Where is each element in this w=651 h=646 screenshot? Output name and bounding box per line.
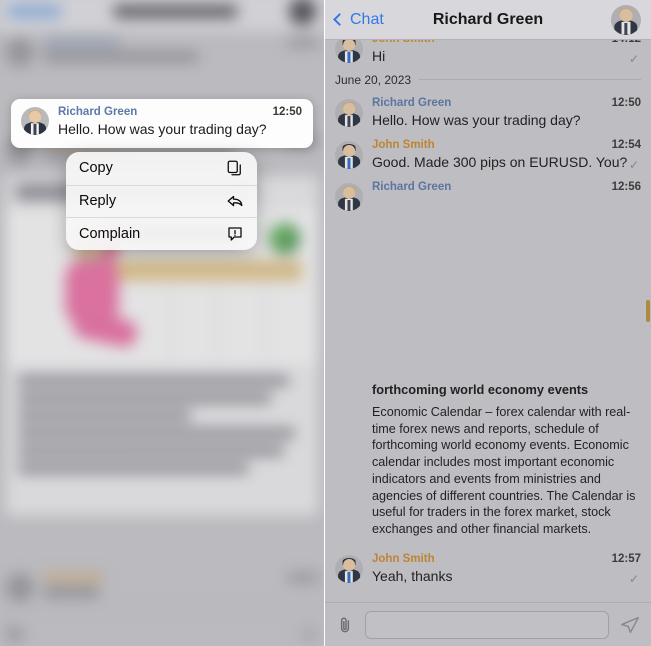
message-time: 12:50 bbox=[272, 106, 302, 118]
context-menu-item-copy[interactable]: Copy bbox=[66, 152, 257, 185]
focused-message-bubble[interactable]: Richard Green 12:50 Hello. How was your … bbox=[11, 99, 313, 148]
context-menu-label: Reply bbox=[79, 193, 117, 210]
avatar bbox=[21, 107, 49, 135]
modal-overlay[interactable] bbox=[325, 0, 651, 646]
context-menu: Copy Reply Complain bbox=[66, 152, 257, 250]
focused-message-header: Richard Green 12:50 bbox=[58, 106, 302, 118]
message-sender: Richard Green bbox=[58, 106, 138, 118]
dim-overlay bbox=[0, 0, 324, 646]
right-phone-panel: Chat Richard Green John Smith 14:12 bbox=[325, 0, 651, 646]
context-menu-item-reply[interactable]: Reply bbox=[66, 184, 257, 218]
reply-icon bbox=[226, 192, 244, 210]
focused-message-body: Richard Green 12:50 Hello. How was your … bbox=[58, 106, 302, 139]
context-menu-label: Copy bbox=[79, 160, 113, 177]
message-text: Hello. How was your trading day? bbox=[58, 121, 267, 137]
left-phone-panel: Richard Green 12:50 Hello. How was your … bbox=[0, 0, 325, 646]
screenshot-root: Richard Green 12:50 Hello. How was your … bbox=[0, 0, 651, 646]
context-menu-label: Complain bbox=[79, 225, 141, 242]
context-menu-item-complain[interactable]: Complain bbox=[66, 217, 257, 250]
complain-icon bbox=[226, 225, 244, 243]
copy-icon bbox=[226, 159, 244, 177]
